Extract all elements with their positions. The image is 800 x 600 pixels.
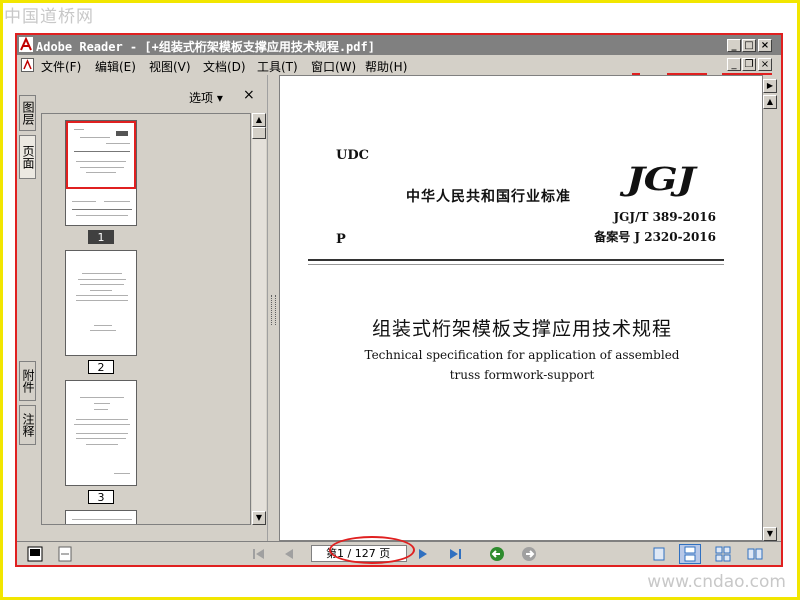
page-counter-highlight-ellipse	[329, 536, 415, 564]
watermark-top: 中国道桥网	[4, 7, 94, 27]
red-highlight-frame	[15, 33, 783, 567]
watermark-bottom: www.cndao.com	[647, 572, 786, 592]
